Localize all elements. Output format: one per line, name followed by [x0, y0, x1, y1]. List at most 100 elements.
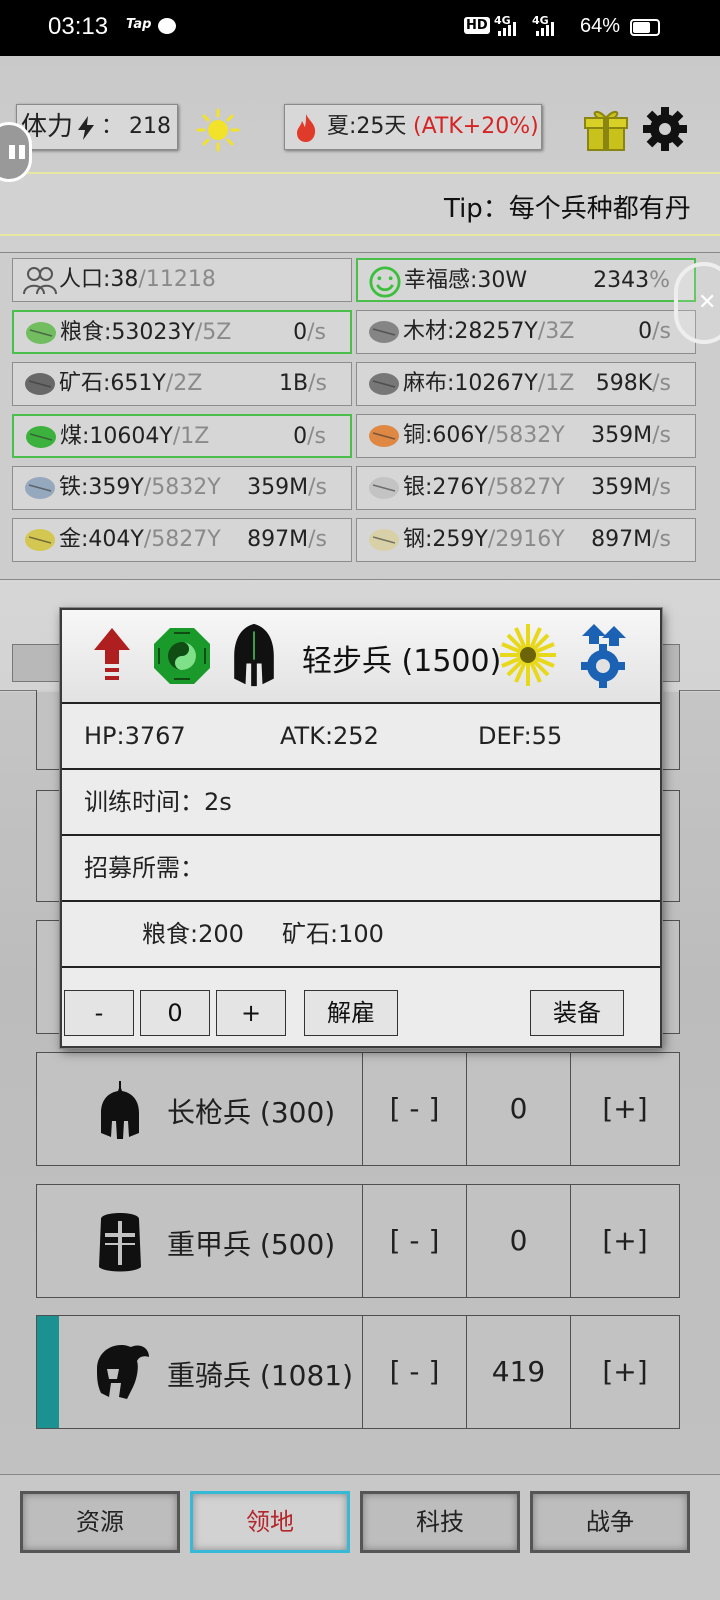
coal-icon: [24, 422, 58, 452]
resource-amount: 麻布:10267Y/1Z: [403, 363, 574, 405]
resource-capacity: /2916Y: [487, 527, 565, 552]
resource-cell[interactable]: 矿石:651Y/2Z 1B/s: [12, 362, 352, 406]
battery-icon: [630, 19, 660, 36]
resource-cell[interactable]: 粮食:53023Y/5Z 0/s: [12, 310, 352, 354]
battery-percent: 64%: [580, 15, 621, 37]
status-bar: 03:13 Tap HD 4G 4G 64%: [0, 0, 720, 56]
resource-capacity: /5Z: [194, 320, 232, 345]
resource-name: 木材:28257Y: [403, 319, 538, 344]
burst-skill-icon[interactable]: [498, 620, 558, 690]
resource-rate-unit: /s: [652, 371, 671, 396]
dialog-header: 轻步兵 (1500): [62, 610, 660, 704]
resource-rate-unit: /s: [308, 475, 327, 500]
quantity-increase-button[interactable]: +: [216, 990, 286, 1036]
resource-amount: 粮食:53023Y/5Z: [60, 312, 232, 352]
sun-weather-icon[interactable]: [196, 108, 240, 152]
resource-capacity: /5832Y: [487, 423, 565, 448]
season-chip[interactable]: 夏:25天 (ATK+20%): [284, 104, 542, 150]
gift-icon[interactable]: [584, 106, 628, 152]
resource-capacity: /2Z: [165, 371, 203, 396]
resource-name: 人口:38: [59, 267, 139, 292]
resource-amount: 铜:606Y/5832Y: [403, 415, 565, 457]
hd-voice-icon: HD: [464, 17, 490, 34]
resource-rate-unit: /s: [652, 319, 671, 344]
resource-cell[interactable]: 金:404Y/5827Y 897M/s: [12, 518, 352, 562]
resource-rate: 0/s: [293, 416, 326, 456]
resource-name: 煤:10604Y: [60, 424, 173, 449]
resource-rate-value: 359M: [591, 475, 653, 500]
resource-amount: 木材:28257Y/3Z: [403, 311, 574, 353]
resource-cell[interactable]: 煤:10604Y/1Z 0/s: [12, 414, 352, 458]
dismiss-button[interactable]: 解雇: [304, 990, 398, 1036]
close-icon: ✕: [698, 290, 717, 315]
recruit-label: 招募所需：: [84, 854, 204, 882]
resource-amount: 铁:359Y/5832Y: [59, 467, 221, 509]
resource-rate: 0/s: [638, 311, 671, 353]
nav-war[interactable]: 战争: [530, 1491, 690, 1553]
resource-rate: 359M/s: [247, 467, 327, 509]
stamina-chip[interactable]: 体力 ： 218: [16, 104, 178, 150]
resource-capacity: /5827Y: [487, 475, 565, 500]
resource-name: 矿石:651Y: [59, 371, 166, 396]
quantity-decrease-button[interactable]: -: [64, 990, 134, 1036]
resource-capacity: /1Z: [537, 371, 575, 396]
gear-upgrade-icon[interactable]: [578, 622, 628, 688]
floating-assistant-button[interactable]: [0, 122, 32, 182]
resource-amount: 银:276Y/5827Y: [403, 467, 565, 509]
atk-stat: ATK:252: [280, 722, 379, 750]
resource-rate: 1B/s: [279, 363, 327, 405]
resource-cell[interactable]: 木材:28257Y/3Z 0/s: [356, 310, 696, 354]
resource-rate: 359M/s: [591, 415, 671, 457]
resource-cell[interactable]: 麻布:10267Y/1Z 598K/s: [356, 362, 696, 406]
resource-rate-value: 359M: [591, 423, 653, 448]
grain-icon: [24, 318, 58, 348]
resource-cell[interactable]: 人口:38/11218: [12, 258, 352, 302]
lightning-icon: [78, 116, 94, 140]
fire-icon: [297, 114, 316, 142]
resource-cell[interactable]: 钢:259Y/2916Y 897M/s: [356, 518, 696, 562]
gold-icon: [23, 525, 57, 555]
clock: 03:13: [48, 13, 109, 40]
stamina-separator: ：: [101, 114, 124, 139]
recruit-label-row: 招募所需：: [62, 836, 660, 902]
def-stat: DEF:55: [478, 722, 563, 750]
resource-rate: 897M/s: [591, 519, 671, 561]
attack-upgrade-arrow-icon[interactable]: [92, 626, 132, 686]
resource-name: 铜:606Y: [403, 423, 488, 448]
wood-icon: [367, 317, 401, 347]
resource-rate-value: 598K: [595, 371, 653, 396]
resource-rate-value: 0: [638, 319, 653, 344]
resource-name: 铁:359Y: [59, 475, 144, 500]
resource-rate-value: 897M: [247, 527, 309, 552]
resource-amount: 金:404Y/5827Y: [59, 519, 221, 561]
resource-rate-value: 0: [293, 424, 308, 449]
resource-rate-value: 1B: [279, 371, 309, 396]
resource-cell[interactable]: 幸福感:30W 2343%: [356, 258, 696, 302]
resource-amount: 煤:10604Y/1Z: [60, 416, 209, 456]
nav-technology[interactable]: 科技: [360, 1491, 520, 1553]
resource-cell[interactable]: 铁:359Y/5832Y 359M/s: [12, 466, 352, 510]
resource-capacity: /11218: [138, 267, 216, 292]
stamina-value: 218: [129, 114, 171, 139]
floating-close-button[interactable]: ✕: [674, 262, 720, 344]
training-time: 训练时间：2s: [84, 788, 232, 816]
bagua-icon[interactable]: [152, 626, 212, 686]
equip-button[interactable]: 装备: [530, 990, 624, 1036]
iron-icon: [23, 473, 57, 503]
resource-capacity: /5827Y: [143, 527, 221, 552]
nav-resources[interactable]: 资源: [20, 1491, 180, 1553]
resource-rate-unit: /s: [308, 371, 327, 396]
training-time-row: 训练时间：2s: [62, 770, 660, 836]
resource-rate-unit: /s: [307, 424, 326, 449]
resource-capacity: /5832Y: [143, 475, 221, 500]
quantity-input[interactable]: 0: [140, 990, 210, 1036]
resource-rate-value: 359M: [247, 475, 309, 500]
resource-cell[interactable]: 铜:606Y/5832Y 359M/s: [356, 414, 696, 458]
steel-icon: [367, 525, 401, 555]
settings-gear-icon[interactable]: [640, 104, 690, 154]
resource-amount: 幸福感:30W: [404, 260, 527, 300]
nav-territory[interactable]: 领地: [190, 1491, 350, 1553]
resource-rate-unit: /s: [652, 423, 671, 448]
resource-name: 粮食:53023Y: [60, 320, 195, 345]
resource-cell[interactable]: 银:276Y/5827Y 359M/s: [356, 466, 696, 510]
